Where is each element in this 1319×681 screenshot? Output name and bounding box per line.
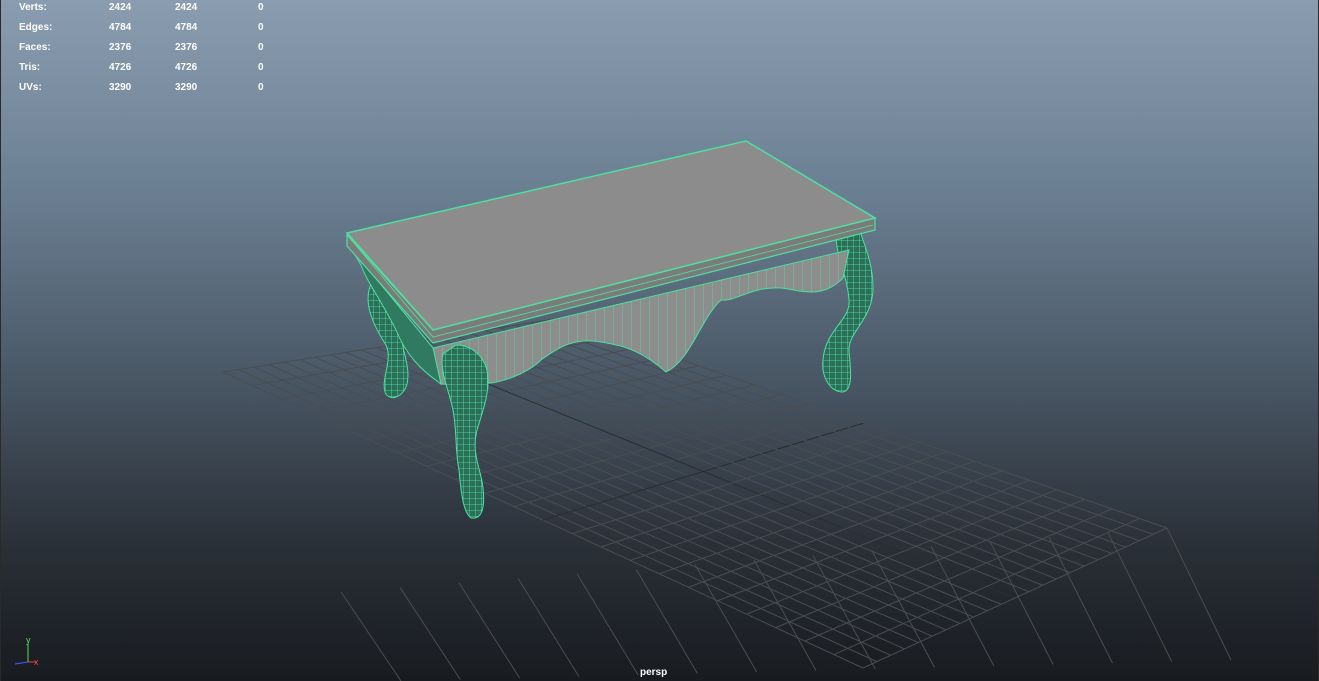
table-leg-front-left[interactable] bbox=[441, 344, 489, 519]
scene-canvas[interactable] bbox=[1, 0, 1319, 681]
grid-line bbox=[1107, 532, 1173, 662]
hud-v2: 4784 bbox=[175, 22, 198, 33]
hud-row: Verts: 2424 2424 0 bbox=[19, 2, 279, 22]
hud-v2: 2376 bbox=[175, 42, 198, 53]
hud-v3: 0 bbox=[258, 62, 264, 73]
grid-line bbox=[833, 517, 1140, 656]
hud-v1: 3290 bbox=[109, 82, 132, 93]
axis-gizmo: y x bbox=[14, 635, 39, 667]
grid-line bbox=[1166, 527, 1232, 661]
hud-v1: 2376 bbox=[109, 42, 132, 53]
hud-row: Edges: 4784 4784 0 bbox=[19, 22, 279, 42]
hud-label: Edges: bbox=[19, 22, 53, 33]
hud-v2: 2424 bbox=[175, 2, 198, 13]
camera-label: persp bbox=[640, 667, 668, 678]
hud-label: Tris: bbox=[19, 62, 41, 73]
table-mesh[interactable] bbox=[345, 140, 877, 519]
hud-v1: 4726 bbox=[109, 62, 132, 73]
grid-line bbox=[340, 591, 402, 681]
hud-v2: 4726 bbox=[175, 62, 198, 73]
grid-line bbox=[514, 324, 1126, 548]
hud-v1: 4784 bbox=[109, 22, 132, 33]
axis-y-label: y bbox=[26, 635, 31, 645]
hud-v3: 0 bbox=[258, 2, 264, 13]
grid-line bbox=[630, 451, 947, 561]
grid-line bbox=[576, 573, 639, 676]
hud-label: Verts: bbox=[19, 2, 47, 13]
hud-row: Tris: 4726 4726 0 bbox=[19, 62, 279, 82]
axis-x-label: x bbox=[34, 657, 39, 667]
floor-grid bbox=[222, 317, 1232, 681]
grid-line bbox=[399, 587, 461, 680]
grid-line bbox=[468, 332, 1085, 567]
hud-v2: 3290 bbox=[175, 82, 198, 93]
poly-count-hud: Verts: 2424 2424 0 Edges: 4784 4784 0 Faces: 2376… bbox=[19, 2, 279, 102]
hud-v3: 0 bbox=[258, 82, 264, 93]
grid-line bbox=[458, 582, 520, 679]
hud-row: UVs: 3290 3290 0 bbox=[19, 82, 279, 102]
hud-v1: 2424 bbox=[109, 2, 132, 13]
hud-row: Faces: 2376 2376 0 bbox=[19, 42, 279, 62]
grid-line bbox=[635, 568, 698, 674]
hud-label: UVs: bbox=[19, 82, 42, 93]
grid-line bbox=[484, 329, 1099, 561]
tabletop-surface[interactable] bbox=[345, 140, 877, 331]
grid-line bbox=[1048, 536, 1113, 664]
grid-line bbox=[989, 541, 1054, 665]
grid-line bbox=[517, 578, 580, 677]
grid-line bbox=[542, 422, 865, 521]
grid-line bbox=[601, 441, 920, 548]
hud-v3: 0 bbox=[258, 22, 264, 33]
hud-label: Faces: bbox=[19, 42, 51, 53]
hud-v3: 0 bbox=[258, 42, 264, 53]
perspective-viewport[interactable]: Verts: 2424 2424 0 Edges: 4784 4784 0 Faces: 2376… bbox=[0, 0, 1319, 681]
grid-line bbox=[688, 470, 1002, 588]
